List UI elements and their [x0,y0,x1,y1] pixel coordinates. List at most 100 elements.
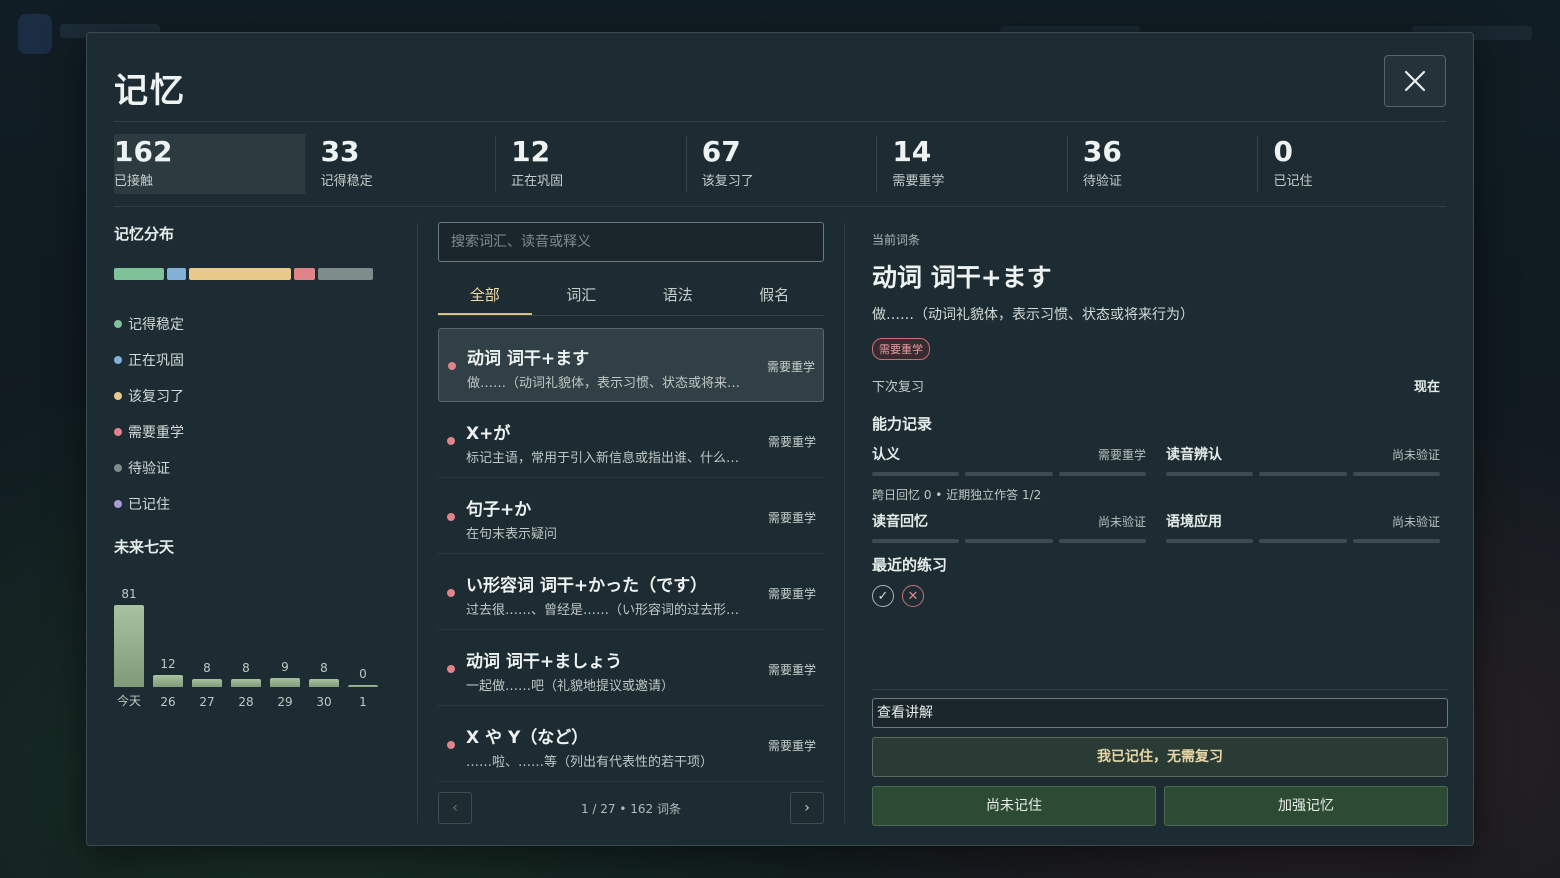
recent-practice-title: 最近的练习 [872,556,948,574]
stat-value: 33 [320,135,360,168]
divider [872,689,1448,690]
next-review-label: 下次复习 [872,380,925,395]
tab-all[interactable]: 全部 [438,280,532,315]
ability-progress [872,472,1146,476]
day-bar [309,678,339,687]
item-status: 需要重学 [767,587,816,601]
day-bar [348,685,378,687]
ability-grid: 认义 需要重学 跨日回忆 0 • 近期独立作答 1/2 读音辨认 尚未验证 读音回忆… [872,444,1448,554]
distribution-segment [188,268,291,280]
ability-reading-recognition: 读音辨认 尚未验证 [1166,444,1440,476]
legend-label: 记得稳定 [128,317,184,333]
legend-dot [114,320,122,328]
ability-status: 尚未验证 [1391,515,1440,529]
legend-label: 需要重学 [128,425,184,441]
item-title: X や Y（など） [466,728,589,748]
legend-dot [114,464,122,472]
divider [844,223,845,823]
legend-item: 需要重学 [114,414,404,450]
item-status: 需要重学 [767,435,816,449]
distribution-segment [293,268,316,280]
day-bar [114,605,144,687]
tab-vocabulary[interactable]: 词汇 [535,280,629,315]
view-explanation-button[interactable]: 查看讲解 [872,698,1448,728]
current-entry-desc: 做……（动词礼貌体，表示习惯、状态或将来行为） [872,307,1194,323]
future-title: 未来七天 [114,538,175,556]
legend-dot [114,356,122,364]
day-value: 12 [160,656,176,671]
dialog-title: 记忆 [114,71,186,111]
day-label: 27 [199,695,215,709]
item-title: 句子+か [466,500,532,520]
item-status: 需要重学 [767,511,816,525]
status-dot [447,589,455,597]
distribution-segment [167,268,186,280]
divider [417,223,418,823]
stat-mastered[interactable]: 0 已记住 [1257,134,1448,194]
legend-item: 该复习了 [114,378,404,414]
ability-name: 认义 [872,447,900,463]
legend-item: 正在巩固 [114,342,404,378]
stat-label: 该复习了 [701,174,754,189]
item-desc: ……啦、……等（列出有代表性的若干项） [466,755,714,770]
day-value: 8 [242,660,250,675]
current-entry-label: 当前词条 [872,233,921,247]
list-item[interactable]: X や Y（など） ……啦、……等（列出有代表性的若干项） 需要重学 [438,708,824,782]
search-input[interactable] [438,222,824,262]
mark-remembered-button[interactable]: 我已记住，无需复习 [872,737,1448,777]
ability-name: 读音回忆 [872,514,928,530]
item-title: 动词 词干+ましょう [466,652,623,672]
status-dot [447,741,455,749]
legend-dot [114,500,122,508]
recent-practice: ✓ ✕ [872,585,1448,607]
stat-label: 记得稳定 [320,174,373,189]
status-dot [448,362,456,370]
reinforce-button[interactable]: 加强记忆 [1164,786,1448,826]
day-label: 1 [359,695,367,709]
ability-progress [1166,539,1440,543]
list-item[interactable]: 动词 词干+ます 做……（动词礼貌体，表示习惯、状态或将来… 需要重学 [438,328,824,402]
list-item[interactable]: 动词 词干+ましょう 一起做……吧（礼貌地提议或邀请） 需要重学 [438,632,824,706]
ability-meaning: 认义 需要重学 跨日回忆 0 • 近期独立作答 1/2 [872,444,1146,503]
entry-list-panel: 全部 词汇 语法 假名 动词 词干+ます 做……（动词礼貌体，表示习惯、状态或将… [438,222,824,824]
list-item[interactable]: 句子+か 在句末表示疑问 需要重学 [438,480,824,554]
distribution-segment [318,268,373,280]
distribution-title: 记忆分布 [114,225,175,243]
legend-item: 记得稳定 [114,306,404,342]
close-button[interactable] [1384,55,1446,107]
stat-relearn[interactable]: 14 需要重学 [876,134,1067,194]
ability-status: 尚未验证 [1391,448,1440,462]
stat-value: 36 [1082,135,1122,168]
stat-contacted[interactable]: 162 已接触 [114,134,305,194]
next-review-value: 现在 [1413,380,1440,395]
distribution-bar [114,268,373,280]
next-page-button[interactable]: › [790,792,824,824]
stat-consolidating[interactable]: 12 正在巩固 [495,134,686,194]
left-panel: 记忆分布 记得稳定 正在巩固 该复习了 需要重学 待验证 已记住 未来七天 81 今天 12 2… [114,223,404,709]
stat-label: 需要重学 [892,174,945,189]
background-logo [18,14,52,54]
stat-pending[interactable]: 36 待验证 [1066,134,1258,194]
stat-value: 14 [892,135,932,168]
ability-status: 尚未验证 [1097,515,1146,529]
entry-list: 动词 词干+ます 做……（动词礼貌体，表示习惯、状态或将来… 需要重学 X+が … [438,328,824,782]
item-desc: 一起做……吧（礼貌地提议或邀请） [466,679,675,694]
stats-bar: 162 已接触 33 记得稳定 12 正在巩固 67 该复习了 14 需要重学 36 待验证… [114,134,1448,194]
ability-note: 跨日回忆 0 • 近期独立作答 1/2 [872,488,1042,502]
status-dot [447,665,455,673]
list-item[interactable]: X+が 标记主语，常用于引入新信息或指出谁、什么… 需要重学 [438,404,824,478]
memory-dialog: 记忆 162 已接触 33 记得稳定 12 正在巩固 67 该复习了 14 需要重学 36… [86,32,1474,846]
list-item[interactable]: い形容词 词干+かった（です） 过去很……、曾经是……（い形容词的过去形… 需要… [438,556,824,630]
tab-grammar[interactable]: 语法 [631,280,725,315]
stat-due[interactable]: 67 该复习了 [685,134,877,194]
not-remembered-button[interactable]: 尚未记住 [872,786,1156,826]
status-badge: 需要重学 [872,338,930,360]
item-desc: 在句末表示疑问 [466,527,558,542]
stat-value: 162 [114,135,173,168]
day-label: 26 [160,695,176,709]
page-info: 1 / 27 • 162 词条 [580,802,681,816]
item-desc: 过去很……、曾经是……（い形容词的过去形… [466,603,740,618]
tab-kana[interactable]: 假名 [728,280,822,315]
stat-stable[interactable]: 33 记得稳定 [305,134,496,194]
status-dot [447,437,455,445]
